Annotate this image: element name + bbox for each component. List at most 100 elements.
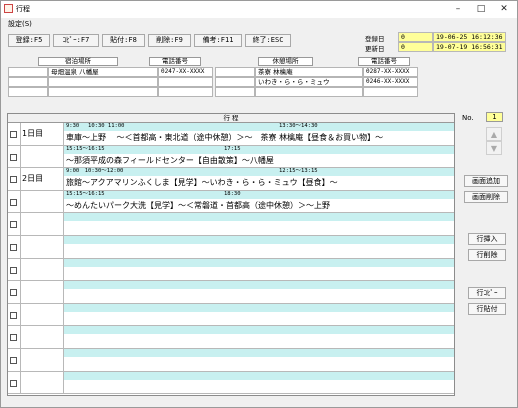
row-divider xyxy=(20,349,21,371)
no-label: No. xyxy=(462,114,474,122)
rest-phone-header: 電話番号 xyxy=(358,57,410,66)
itinerary-panel: 行 程 1日目 9:30 10:30 11:00 13:30～14:30 車庫～上野 … xyxy=(7,113,455,396)
row-times-strip[interactable]: 9:00 10:30～12:00 12:15～13:15 xyxy=(64,168,454,177)
row-divider xyxy=(20,145,21,168)
lodging-phone-field[interactable]: 0247-XX-XXXX xyxy=(158,67,213,77)
lodging-blank-cell[interactable] xyxy=(8,87,48,97)
row-times-strip[interactable] xyxy=(64,213,454,222)
itinerary-row: 15:15～16:15 17:15 ～那須平成の森フィールドセンター【自由散策】～八… xyxy=(8,145,454,169)
registered-date-field[interactable]: 0 xyxy=(398,32,433,42)
copy-button[interactable]: ｺﾋﾟｰ:F7 xyxy=(53,34,99,47)
page-number-field[interactable]: 1 xyxy=(486,112,503,122)
updated-date-field[interactable]: 0 xyxy=(398,42,433,52)
row-times-strip[interactable] xyxy=(64,258,454,267)
lodging-phone-field[interactable] xyxy=(158,87,213,97)
paste-button[interactable]: 貼付:F8 xyxy=(102,34,145,47)
scroll-down-button[interactable]: ▼ xyxy=(486,141,502,155)
row-itinerary-text[interactable] xyxy=(64,313,454,324)
row-checkbox[interactable] xyxy=(10,153,17,161)
rest-blank-cell[interactable] xyxy=(215,77,255,87)
exit-button[interactable]: 終了:ESC xyxy=(245,34,291,47)
row-times-strip[interactable] xyxy=(64,371,454,380)
delete-button[interactable]: 削除:F9 xyxy=(148,34,191,47)
register-button[interactable]: 登録:F5 xyxy=(8,34,50,47)
rest-place-field[interactable]: 茶寮 林檎庵 xyxy=(255,67,363,77)
row-itinerary-text[interactable]: 車庫～上野 ～＜首都高・東北道（途中休憩）＞～ 茶寮 林檎庵【昼食＆お買い物】～ xyxy=(64,132,454,143)
menu-settings[interactable]: 設定(S) xyxy=(8,19,32,29)
row-itinerary-text[interactable]: 旅館～アクアマリンふくしま【見学】～いわき・ら・ら・ミュウ【昼食】～ xyxy=(64,177,454,188)
row-times-strip[interactable] xyxy=(64,303,454,312)
lodging-blank-cell[interactable] xyxy=(8,67,48,77)
row-times-end: 12:15～13:15 xyxy=(279,168,318,175)
row-checkbox[interactable] xyxy=(10,266,17,274)
row-divider xyxy=(20,303,21,326)
add-screen-button[interactable]: 画面追加 xyxy=(464,175,508,187)
row-divider xyxy=(20,326,21,348)
row-checkbox[interactable] xyxy=(10,311,17,319)
row-checkbox[interactable] xyxy=(10,289,17,297)
scroll-up-button[interactable]: ▲ xyxy=(486,127,502,141)
row-checkbox[interactable] xyxy=(10,357,17,364)
delete-screen-button[interactable]: 画面削除 xyxy=(464,191,508,203)
row-checkbox[interactable] xyxy=(10,221,17,229)
paste-row-button[interactable]: 行貼付 xyxy=(468,303,506,315)
itinerary-row xyxy=(8,258,454,282)
row-times-strip[interactable]: 9:30 10:30 11:00 13:30～14:30 xyxy=(64,123,454,131)
rest-phone-field[interactable]: 0287-XX-XXXX xyxy=(363,67,418,77)
itinerary-row xyxy=(8,326,454,349)
row-times-strip[interactable] xyxy=(64,281,454,290)
rest-phone-field[interactable] xyxy=(363,87,418,97)
app-icon xyxy=(4,4,13,13)
title-bar xyxy=(1,1,517,18)
updated-timestamp: 19-07-19 16:56:31 xyxy=(433,42,506,52)
row-times-strip[interactable] xyxy=(64,236,454,244)
row-itinerary-text[interactable] xyxy=(64,245,454,256)
insert-row-button[interactable]: 行挿入 xyxy=(468,233,506,245)
row-itinerary-text[interactable] xyxy=(64,335,454,346)
rest-place-field[interactable] xyxy=(255,87,363,97)
row-itinerary-text[interactable] xyxy=(64,290,454,301)
row-itinerary-text[interactable] xyxy=(64,381,454,392)
row-times-start: 9:00 10:30～12:00 xyxy=(66,168,124,175)
row-times-start: 9:30 10:30 11:00 xyxy=(66,123,125,129)
row-times-strip[interactable] xyxy=(64,349,454,357)
row-checkbox[interactable] xyxy=(10,176,17,184)
row-itinerary-text[interactable] xyxy=(64,358,454,369)
row-times-end: 17:15 xyxy=(224,145,241,152)
row-checkbox[interactable] xyxy=(10,244,17,251)
itinerary-row xyxy=(8,213,454,236)
row-divider xyxy=(20,168,21,190)
row-checkbox[interactable] xyxy=(10,334,17,342)
lodging-place-field[interactable] xyxy=(48,87,158,97)
note-button[interactable]: 備考:F11 xyxy=(194,34,242,47)
lodging-phone-field[interactable] xyxy=(158,77,213,87)
rest-place-field[interactable]: いわき・ら・ら・ミュウ xyxy=(255,77,363,87)
close-button[interactable]: ✕ xyxy=(491,1,517,17)
row-checkbox[interactable] xyxy=(10,131,17,138)
rest-phone-field[interactable]: 0246-XX-XXXX xyxy=(363,77,418,87)
row-times-strip[interactable] xyxy=(64,326,454,335)
row-times-strip[interactable]: 15:15～16:15 18:30 xyxy=(64,190,454,199)
row-itinerary-text[interactable]: ～那須平成の森フィールドセンター【自由散策】～八幡屋 xyxy=(64,155,454,166)
row-divider xyxy=(20,123,21,145)
row-times-strip[interactable]: 15:15～16:15 17:15 xyxy=(64,145,454,154)
row-divider xyxy=(20,236,21,258)
itinerary-row xyxy=(8,236,454,259)
itinerary-row xyxy=(8,303,454,327)
row-divider xyxy=(20,281,21,303)
row-itinerary-text[interactable]: ～めんたいパーク大洗【見学】～＜常磐道・首都高（途中休憩）＞～上野 xyxy=(64,200,454,211)
rest-blank-cell[interactable] xyxy=(215,87,255,97)
row-checkbox[interactable] xyxy=(10,379,17,387)
lodging-place-field[interactable]: 母畑温泉 八幡屋 xyxy=(48,67,158,77)
registered-timestamp: 19-06-25 16:12:36 xyxy=(433,32,506,42)
row-day-field[interactable]: 2日目 xyxy=(22,173,60,184)
lodging-blank-cell[interactable] xyxy=(8,77,48,87)
lodging-place-field[interactable] xyxy=(48,77,158,87)
delete-row-button[interactable]: 行削除 xyxy=(468,249,506,261)
row-itinerary-text[interactable] xyxy=(64,268,454,279)
row-itinerary-text[interactable] xyxy=(64,222,454,233)
rest-blank-cell[interactable] xyxy=(215,67,255,77)
row-checkbox[interactable] xyxy=(10,198,17,206)
row-day-field[interactable]: 1日目 xyxy=(22,128,60,139)
copy-row-button[interactable]: 行ｺﾋﾟｰ xyxy=(468,287,506,299)
